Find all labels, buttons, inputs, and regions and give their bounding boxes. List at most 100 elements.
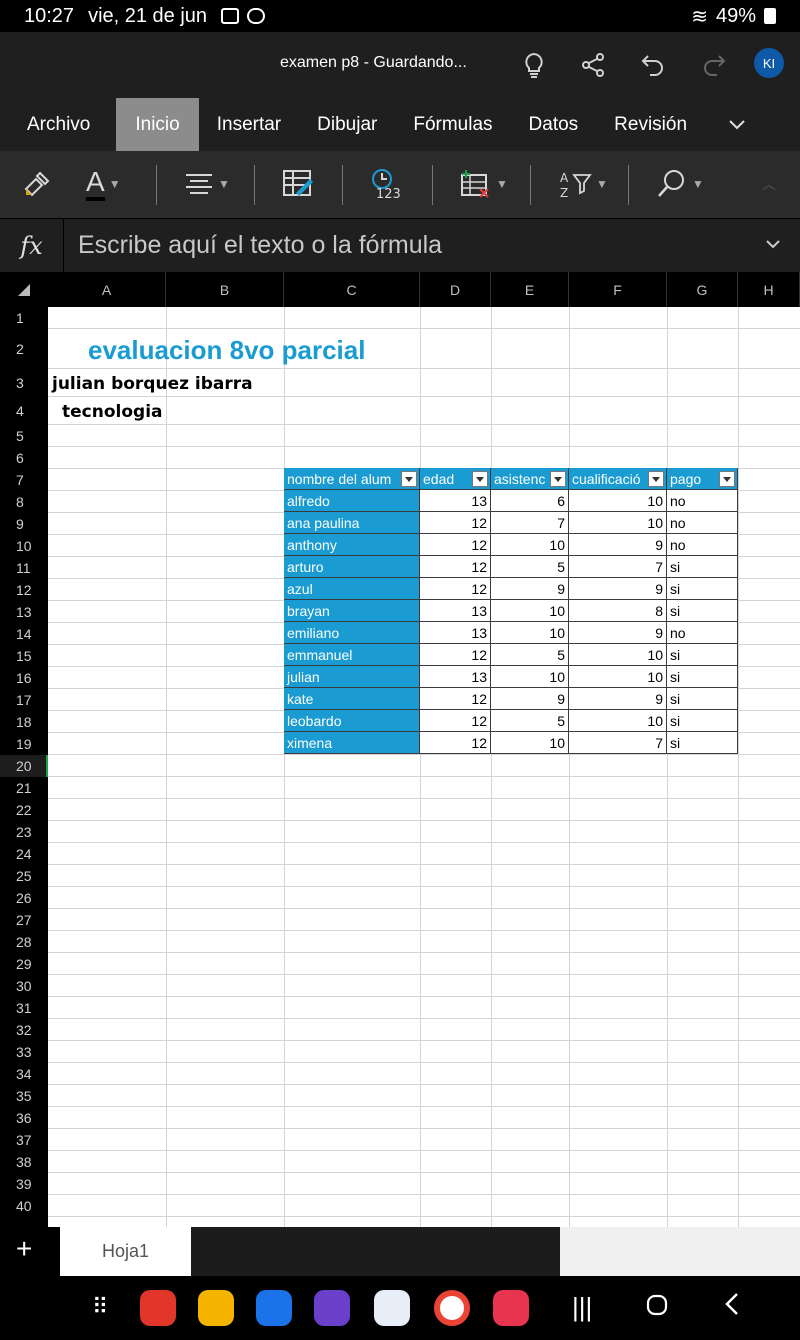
cell-name[interactable]: azul [284,578,420,600]
sheet-tab-hoja1[interactable]: Hoja1 [60,1227,191,1276]
number-format-icon[interactable]: 123 [370,163,404,205]
cell-name[interactable]: kate [284,688,420,710]
tab-formulas[interactable]: Fórmulas [395,98,510,151]
column-header-c[interactable]: C [284,272,420,307]
row-header[interactable]: 24 [0,843,48,865]
cell-age[interactable]: 12 [420,512,491,534]
cell-age[interactable]: 13 [420,600,491,622]
undo-icon[interactable] [636,48,670,82]
sheet-title[interactable]: evaluacion 8vo parcial [88,335,365,366]
cell-payment[interactable]: no [667,512,738,534]
apps-grid-icon[interactable]: ⠿ [92,1294,108,1320]
row-header[interactable]: 10 [0,535,48,557]
cell-payment[interactable]: si [667,644,738,666]
cell-attendance[interactable]: 5 [491,556,569,578]
filter-dropdown-icon[interactable] [550,471,566,487]
row-header[interactable]: 20 [0,755,48,777]
row-header[interactable]: 30 [0,975,48,997]
share-icon[interactable] [576,48,610,82]
sort-filter-icon[interactable]: A Z ▼ [558,163,608,205]
column-header-g[interactable]: G [667,272,738,307]
cell-grade[interactable]: 10 [569,710,667,732]
collapse-ribbon-icon[interactable]: ︿ [762,163,776,205]
row-header[interactable]: 11 [0,557,48,579]
cell-payment[interactable]: no [667,534,738,556]
tab-archivo[interactable]: Archivo [0,98,108,151]
row-header[interactable]: 1 [0,307,48,329]
app-icon-files[interactable] [198,1290,234,1326]
chevron-down-icon[interactable] [766,233,780,254]
spreadsheet-grid[interactable]: evaluacion 8vo parcial julian borquez ib… [48,307,800,1227]
row-header[interactable]: 4 [0,397,48,425]
row-header[interactable]: 39 [0,1173,48,1195]
cell-grade[interactable]: 10 [569,644,667,666]
row-header[interactable]: 23 [0,821,48,843]
cell-name[interactable]: julian [284,666,420,688]
font-color-icon[interactable]: A ▼ [86,163,121,205]
row-header[interactable]: 17 [0,689,48,711]
filter-dropdown-icon[interactable] [401,471,417,487]
cell-payment[interactable]: si [667,710,738,732]
cell-payment[interactable]: si [667,600,738,622]
row-header[interactable]: 3 [0,369,48,397]
home-icon[interactable] [646,1292,668,1323]
row-header[interactable]: 16 [0,667,48,689]
horizontal-scrollbar[interactable] [560,1227,800,1276]
cell-grade[interactable]: 9 [569,534,667,556]
cell-name[interactable]: brayan [284,600,420,622]
align-icon[interactable]: ▼ [184,163,230,205]
add-sheet-button[interactable]: + [16,1233,32,1265]
app-icon-store[interactable] [314,1290,350,1326]
cell-name[interactable]: alfredo [284,490,420,512]
cell-grade[interactable]: 10 [569,512,667,534]
row-header[interactable]: 33 [0,1041,48,1063]
row-header[interactable]: 14 [0,623,48,645]
table-header-attendance[interactable]: asistenc [491,468,569,490]
row-header[interactable]: 19 [0,733,48,755]
row-header[interactable]: 35 [0,1085,48,1107]
cell-grade[interactable]: 9 [569,578,667,600]
row-header[interactable]: 26 [0,887,48,909]
app-icon-camera[interactable] [493,1290,529,1326]
row-header[interactable]: 21 [0,777,48,799]
row-header[interactable]: 40 [0,1195,48,1217]
cell-payment[interactable]: si [667,688,738,710]
cell-grade[interactable]: 7 [569,556,667,578]
search-icon[interactable]: ▼ [656,163,704,205]
row-header[interactable]: 22 [0,799,48,821]
column-header-e[interactable]: E [491,272,569,307]
row-header[interactable]: 34 [0,1063,48,1085]
table-header-name[interactable]: nombre del alum [284,468,420,490]
row-header[interactable]: 36 [0,1107,48,1129]
row-header[interactable]: 31 [0,997,48,1019]
row-header[interactable]: 25 [0,865,48,887]
fx-icon[interactable]: fx [0,219,64,273]
row-header[interactable]: 29 [0,953,48,975]
back-icon[interactable] [724,1292,740,1323]
app-icon-chrome[interactable] [434,1290,470,1326]
recents-icon[interactable]: ||| [572,1292,592,1323]
row-header[interactable]: 9 [0,513,48,535]
insert-delete-cells-icon[interactable]: ▼ [458,163,508,205]
cell-attendance[interactable]: 5 [491,644,569,666]
cell-age[interactable]: 12 [420,732,491,754]
row-header[interactable]: 15 [0,645,48,667]
student-name[interactable]: julian borquez ibarra [52,374,253,394]
cell-age[interactable]: 12 [420,556,491,578]
format-cells-icon[interactable] [282,163,314,205]
column-header-d[interactable]: D [420,272,491,307]
tab-revision[interactable]: Revisión [596,98,705,151]
cell-grade[interactable]: 10 [569,490,667,512]
row-header[interactable]: 7 [0,469,48,491]
row-header[interactable]: 2 [0,329,48,369]
cell-grade[interactable]: 7 [569,732,667,754]
cell-attendance[interactable]: 10 [491,622,569,644]
row-header[interactable]: 6 [0,447,48,469]
row-header[interactable]: 5 [0,425,48,447]
cell-name[interactable]: ana paulina [284,512,420,534]
cell-age[interactable]: 12 [420,578,491,600]
app-icon-messages[interactable] [374,1290,410,1326]
row-header[interactable]: 12 [0,579,48,601]
cell-attendance[interactable]: 5 [491,710,569,732]
lightbulb-icon[interactable] [517,48,551,82]
